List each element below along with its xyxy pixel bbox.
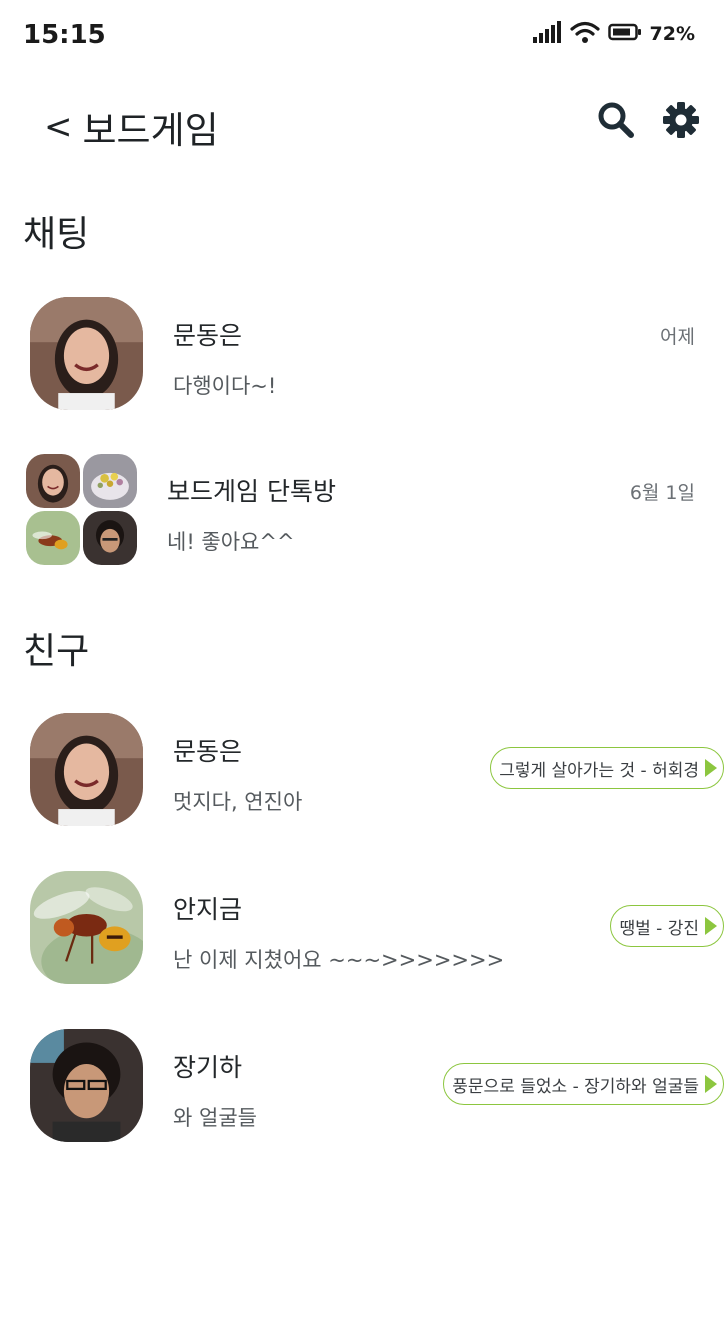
- group-avatar-flowers: [83, 454, 137, 508]
- group-avatar: [26, 454, 138, 566]
- friend-name: 문동은: [173, 737, 243, 766]
- chat-date: 어제: [660, 326, 695, 348]
- page-title: 보드게임: [82, 109, 219, 152]
- avatar: [30, 713, 143, 826]
- friend-name: 장기하: [173, 1053, 243, 1082]
- status-bar: 15:15 72%: [0, 0, 727, 72]
- battery-level: 72%: [649, 23, 695, 45]
- friend-status-message: 멋지다, 연진아: [173, 790, 303, 814]
- friend-row[interactable]: 장기하 와 얼굴들 풍문으로 들었소 - 장기하와 얼굴들: [0, 1022, 727, 1150]
- group-avatar-face-2: [83, 511, 137, 565]
- friend-name: 안지금: [173, 895, 243, 924]
- back-chevron: <: [44, 107, 73, 147]
- play-icon: [705, 917, 717, 935]
- music-pill[interactable]: 땡벌 - 강진: [610, 905, 724, 947]
- chat-row[interactable]: 문동은 다행이다~! 어제: [0, 290, 727, 418]
- group-avatar-hornet: [26, 511, 80, 565]
- music-title: 그렇게 살아가는 것 - 허회경: [499, 760, 699, 781]
- music-title: 풍문으로 들었소 - 장기하와 얼굴들: [452, 1076, 699, 1097]
- friend-status-message: 와 얼굴들: [173, 1106, 257, 1130]
- section-title-friends: 친구: [23, 631, 90, 672]
- play-icon: [705, 759, 717, 777]
- music-title: 땡벌 - 강진: [619, 918, 699, 939]
- friend-row[interactable]: 문동은 멋지다, 연진아 그렇게 살아가는 것 - 허회경: [0, 706, 727, 834]
- status-icons: 72%: [532, 20, 695, 48]
- music-pill[interactable]: 풍문으로 들었소 - 장기하와 얼굴들: [443, 1063, 724, 1105]
- group-avatar-face-1: [26, 454, 80, 508]
- settings-button[interactable]: [659, 100, 703, 144]
- friend-row[interactable]: 안지금 난 이제 지쳤어요 ~~~>>>>>>> 땡벌 - 강진: [0, 864, 727, 992]
- music-pill[interactable]: 그렇게 살아가는 것 - 허회경: [490, 747, 724, 789]
- signal-icon: [532, 20, 562, 48]
- avatar: [30, 871, 143, 984]
- section-title-chat: 채팅: [23, 214, 90, 255]
- chat-message: 다행이다~!: [173, 374, 277, 398]
- wifi-icon: [569, 20, 600, 48]
- battery-icon: [607, 22, 642, 46]
- app-header: < 보드게임: [0, 88, 727, 160]
- chat-name: 보드게임 단톡방: [167, 477, 336, 506]
- chat-name: 문동은: [173, 321, 243, 350]
- avatar: [30, 1029, 143, 1142]
- gear-icon: [662, 101, 700, 143]
- search-button[interactable]: [594, 100, 638, 144]
- play-icon: [705, 1075, 717, 1093]
- chat-message: 네! 좋아요^^: [167, 530, 295, 554]
- search-icon: [597, 101, 635, 143]
- status-time: 15:15: [23, 20, 106, 50]
- back-button[interactable]: < 보드게임: [44, 100, 219, 154]
- chat-row[interactable]: 보드게임 단톡방 네! 좋아요^^ 6월 1일: [0, 446, 727, 574]
- friend-status-message: 난 이제 지쳤어요 ~~~>>>>>>>: [173, 948, 505, 972]
- avatar: [30, 297, 143, 410]
- chat-date: 6월 1일: [629, 482, 695, 504]
